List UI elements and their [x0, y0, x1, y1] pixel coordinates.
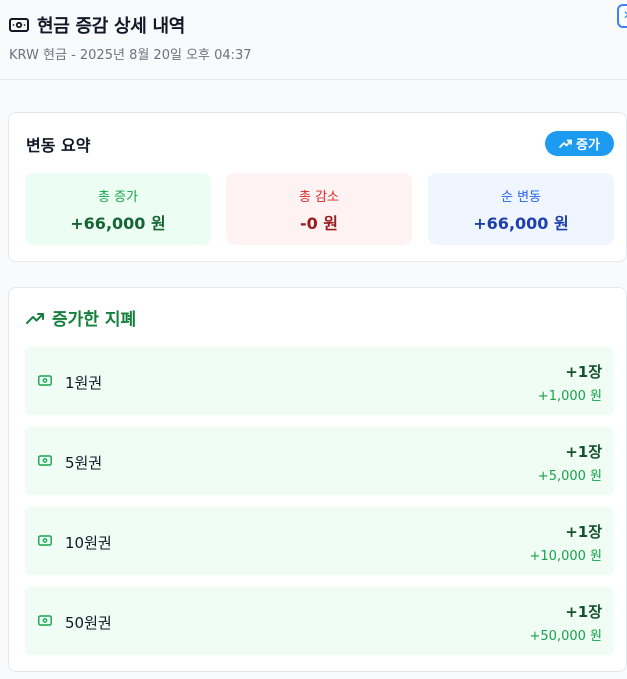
- bills-section-title: 증가한 지폐: [26, 305, 136, 330]
- bill-name: 5원권: [65, 454, 103, 472]
- bill-name: 50원권: [65, 614, 112, 632]
- status-badge: 증가: [545, 131, 614, 156]
- net-change-box: 순 변동 +66,000 원: [428, 173, 614, 245]
- status-badge-label: 증가: [576, 138, 600, 153]
- bill-name: 10원권: [65, 534, 112, 552]
- bill-row-1won: 1원권 +1장 +1,000 원: [25, 347, 614, 415]
- banknote-icon: [38, 535, 52, 546]
- net-change-label: 순 변동: [500, 190, 541, 205]
- total-decrease-value: -0 원: [299, 214, 339, 233]
- trending-up-icon: [26, 312, 44, 324]
- page-header: 현금 증감 상세 내역 KRW 현금 - 2025년 8월 20일 오후 04:…: [0, 0, 627, 80]
- total-decrease-label: 총 감소: [298, 190, 339, 205]
- banknote-icon: [38, 455, 52, 466]
- total-decrease-box: 총 감소 -0 원: [226, 173, 412, 245]
- bill-count: +1장: [565, 523, 602, 541]
- bill-amount: +1,000 원: [537, 389, 602, 404]
- title-row: 현금 증감 상세 내역: [9, 12, 185, 38]
- net-change-value: +66,000 원: [473, 214, 569, 233]
- bill-amount: +10,000 원: [529, 549, 602, 564]
- total-increase-label: 총 증가: [97, 190, 138, 205]
- increased-bills-card: 증가한 지폐 1원권 +1장 +1,000 원 5원권 +1장 +5,000 원…: [8, 287, 627, 672]
- bill-count: +1장: [565, 603, 602, 621]
- bill-count: +1장: [565, 363, 602, 381]
- close-icon: ✕: [623, 8, 627, 22]
- banknote-icon: [38, 615, 52, 626]
- bill-amount: +50,000 원: [529, 629, 602, 644]
- bill-row-5won: 5원권 +1장 +5,000 원: [25, 427, 614, 495]
- total-increase-box: 총 증가 +66,000 원: [25, 173, 211, 245]
- bill-amount: +5,000 원: [537, 469, 602, 484]
- page-title: 현금 증감 상세 내역: [37, 16, 185, 37]
- cash-icon: [9, 15, 29, 35]
- total-increase-value: +66,000 원: [70, 214, 166, 233]
- close-button[interactable]: ✕: [617, 4, 627, 28]
- bills-section-label: 증가한 지폐: [52, 310, 137, 330]
- bill-name: 1원권: [65, 374, 103, 392]
- summary-card: 변동 요약 증가 총 증가 +66,000 원 총 감소 -0 원 순 변동 +…: [8, 112, 627, 262]
- summary-title: 변동 요약: [26, 136, 91, 155]
- page-subtitle: KRW 현금 - 2025년 8월 20일 오후 04:37: [9, 48, 252, 63]
- trending-up-icon: [559, 139, 572, 148]
- bill-count: +1장: [565, 443, 602, 461]
- bill-row-50won: 50원권 +1장 +50,000 원: [25, 587, 614, 655]
- bill-row-10won: 10원권 +1장 +10,000 원: [25, 507, 614, 575]
- banknote-icon: [38, 375, 52, 386]
